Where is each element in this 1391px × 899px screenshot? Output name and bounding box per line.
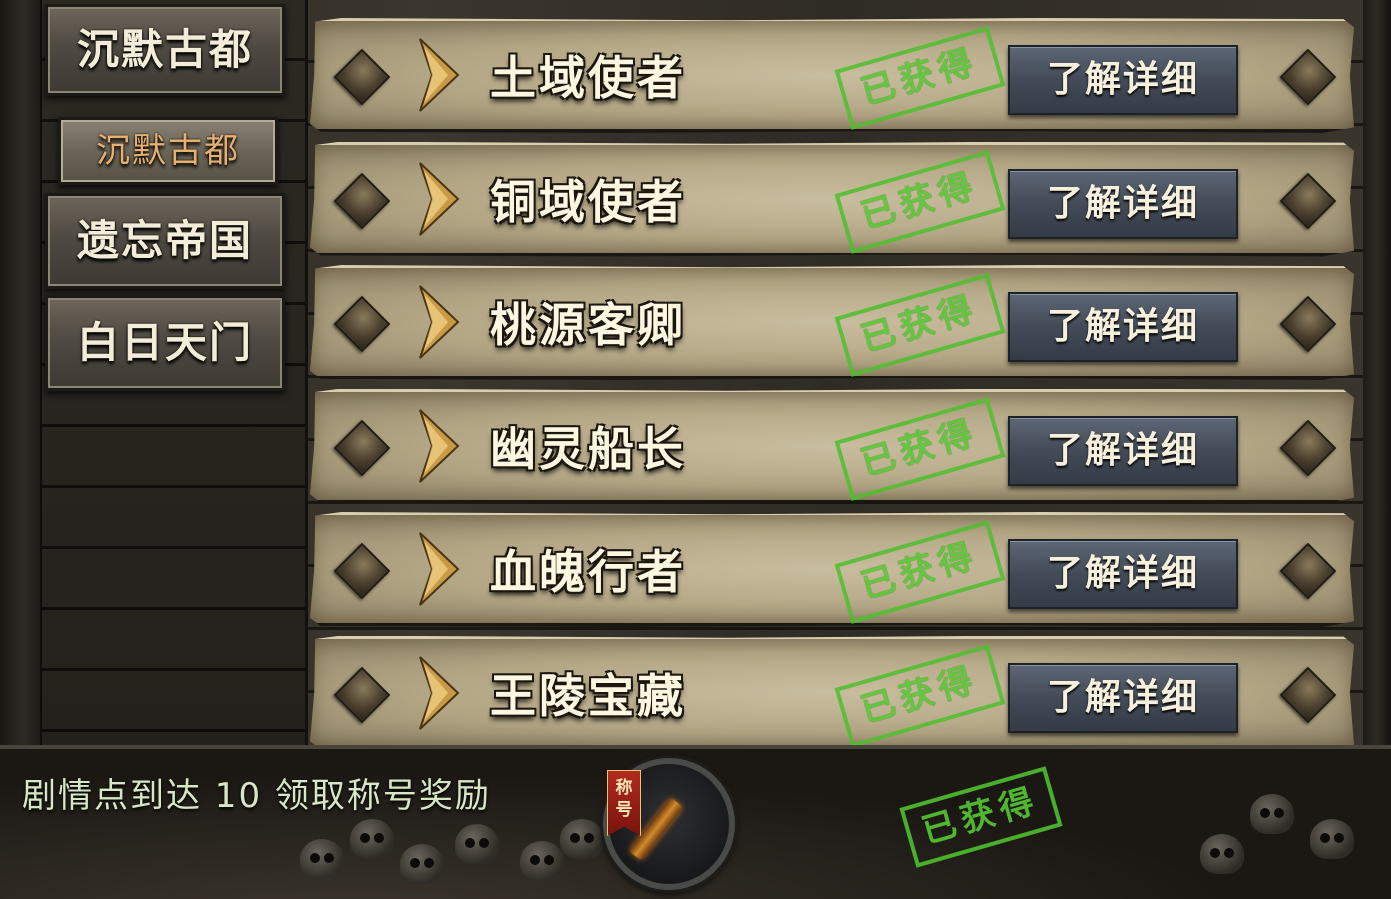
diamond-stud-icon xyxy=(1279,295,1337,353)
tab-chapter-silent-capital[interactable]: 沉默古都 xyxy=(45,4,285,96)
list-item: 王陵宝藏 已获得 了解详细 xyxy=(310,635,1354,751)
diamond-stud-icon xyxy=(333,48,391,106)
obtained-stamp: 已获得 xyxy=(834,396,1006,501)
gold-chevron-icon xyxy=(419,38,460,112)
row-title: 幽灵船长 xyxy=(490,421,686,476)
row-title: 铜域使者 xyxy=(490,174,686,229)
skull-icon xyxy=(520,841,564,881)
reward-condition-text: 剧情点到达 10 领取称号奖励 xyxy=(22,776,491,816)
skull-icon xyxy=(1200,834,1244,874)
details-button[interactable]: 了解详细 xyxy=(1008,168,1238,239)
diamond-stud-icon xyxy=(333,295,391,353)
skull-icon xyxy=(455,824,499,864)
skull-icon xyxy=(560,819,604,859)
gold-chevron-icon xyxy=(419,408,460,483)
list-item: 幽灵船长 已获得 了解详细 xyxy=(310,388,1354,504)
gold-chevron-icon xyxy=(419,655,460,730)
obtained-stamp: 已获得 xyxy=(834,26,1006,130)
list-item: 桃源客卿 已获得 了解详细 xyxy=(310,265,1354,380)
tab-chapter-forgotten-empire[interactable]: 遗忘帝国 xyxy=(45,193,285,289)
row-title: 王陵宝藏 xyxy=(490,668,686,723)
details-button[interactable]: 了解详细 xyxy=(1008,292,1238,362)
details-button[interactable]: 了解详细 xyxy=(1008,415,1238,486)
left-frame-rail xyxy=(0,0,42,750)
obtained-stamp: 已获得 xyxy=(834,273,1006,377)
row-title: 血魄行者 xyxy=(490,545,686,599)
list-item: 土域使者 已获得 了解详细 xyxy=(310,18,1354,133)
right-frame-rail xyxy=(1363,0,1391,750)
gold-chevron-icon xyxy=(419,285,460,359)
row-title: 桃源客卿 xyxy=(490,298,686,352)
list-item: 铜域使者 已获得 了解详细 xyxy=(310,141,1354,257)
details-button[interactable]: 了解详细 xyxy=(1008,45,1238,115)
diamond-stud-icon xyxy=(1279,666,1337,723)
title-list: 土域使者 已获得 了解详细 铜域使者 已获得 了解详细 桃源客卿 已获得 了解详… xyxy=(310,18,1354,759)
diamond-stud-icon xyxy=(1279,419,1337,476)
diamond-stud-icon xyxy=(1279,542,1337,600)
gold-chevron-icon xyxy=(419,161,460,236)
skull-icon xyxy=(350,819,394,859)
obtained-stamp: 已获得 xyxy=(834,643,1006,748)
skull-icon xyxy=(300,839,344,879)
details-button[interactable]: 了解详细 xyxy=(1008,662,1238,733)
skull-icon xyxy=(1310,819,1354,859)
tab-sub-silent-capital[interactable]: 沉默古都 xyxy=(58,117,278,185)
diamond-stud-icon xyxy=(333,172,391,229)
details-button[interactable]: 了解详细 xyxy=(1008,539,1238,609)
obtained-stamp: 已获得 xyxy=(834,520,1006,624)
row-title: 土域使者 xyxy=(490,51,686,105)
diamond-stud-icon xyxy=(333,542,391,600)
skull-icon xyxy=(400,844,444,884)
skull-icon xyxy=(1250,794,1294,834)
diamond-stud-icon xyxy=(1279,48,1337,106)
title-badge-label: 称号 xyxy=(607,770,641,836)
list-item: 血魄行者 已获得 了解详细 xyxy=(310,512,1354,627)
diamond-stud-icon xyxy=(333,419,391,476)
diamond-stud-icon xyxy=(333,666,391,723)
tab-chapter-daylight-gate[interactable]: 白日天门 xyxy=(45,295,285,391)
diamond-stud-icon xyxy=(1279,172,1337,229)
gold-chevron-icon xyxy=(419,532,460,606)
obtained-stamp: 已获得 xyxy=(834,149,1006,254)
